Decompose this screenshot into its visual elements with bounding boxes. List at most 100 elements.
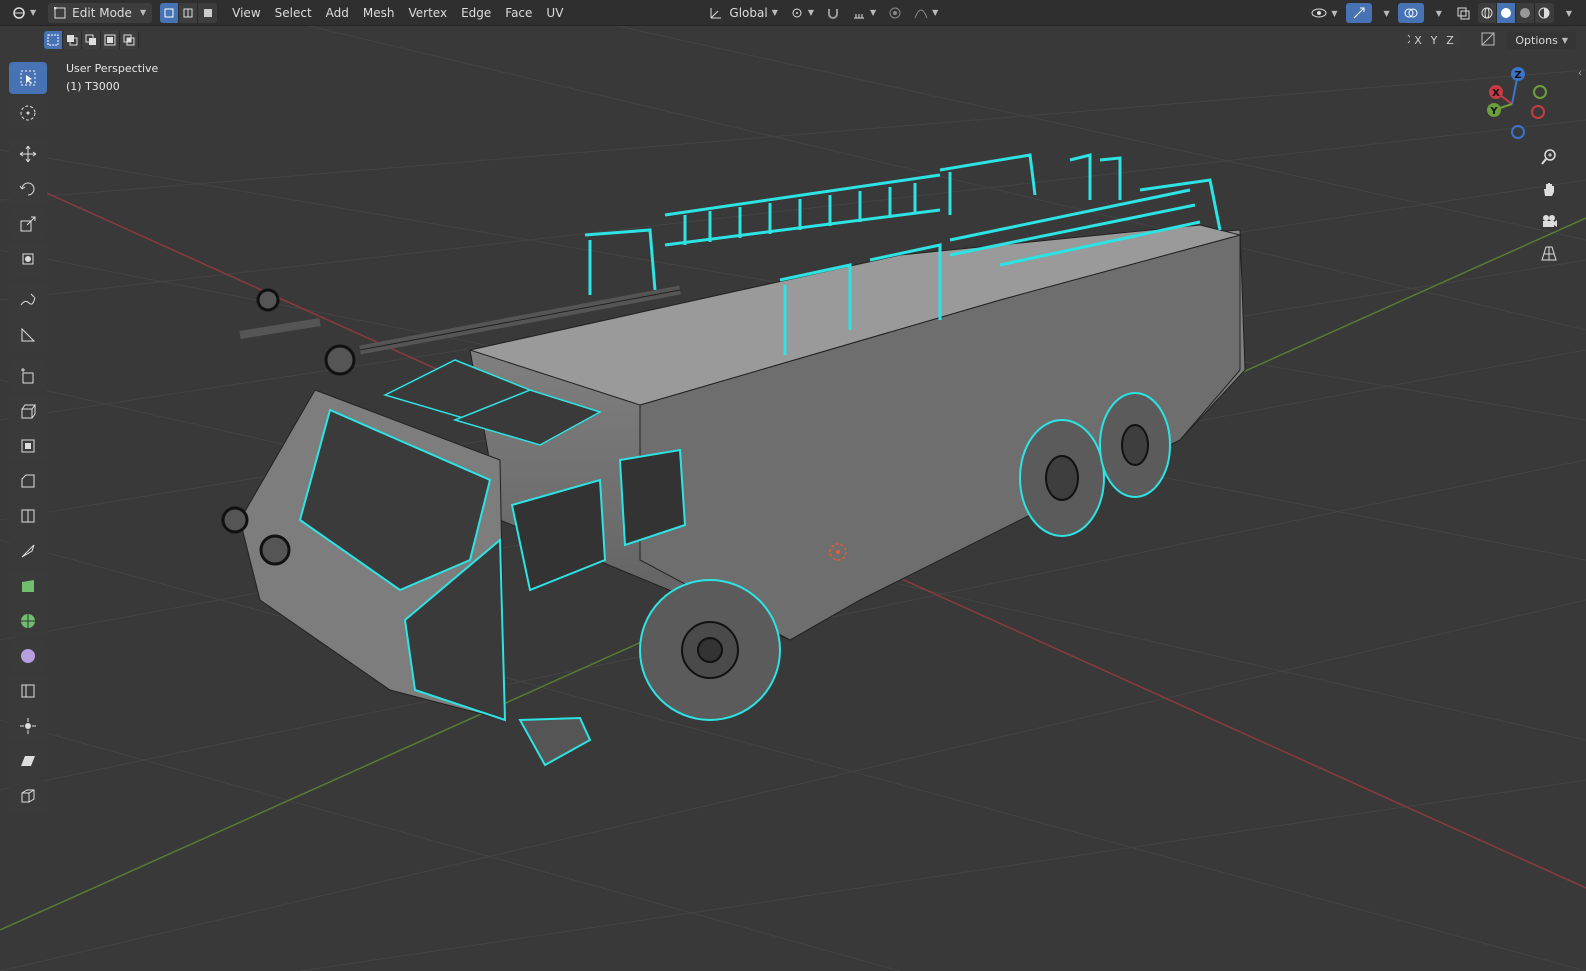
orientation-icon <box>710 7 722 18</box>
xray-toggle[interactable] <box>1450 3 1476 23</box>
mode-dropdown[interactable]: Edit Mode ▼ <box>48 2 153 23</box>
select-subtract-button[interactable] <box>82 31 101 49</box>
object-label: (1) T3000 <box>66 80 120 93</box>
select-intersect-button[interactable] <box>120 31 139 49</box>
tool-measure[interactable] <box>9 319 47 351</box>
chevron-down-icon: ▼ <box>30 8 37 17</box>
menu-select[interactable]: Select <box>268 3 319 23</box>
mirror-x-toggle[interactable]: X <box>1410 31 1426 49</box>
tool-loop-cut[interactable] <box>9 500 47 532</box>
shading-dropdown[interactable]: ▼ <box>1556 3 1578 23</box>
tool-rip[interactable] <box>9 780 47 812</box>
pan-button[interactable] <box>1536 176 1562 202</box>
select-invert-button[interactable] <box>101 31 120 49</box>
tool-shrink-fatten[interactable] <box>9 710 47 742</box>
3d-viewport[interactable] <box>0 0 1586 971</box>
proportional-edit-icon <box>889 7 901 18</box>
tool-spin[interactable] <box>9 605 47 637</box>
vertex-select-button[interactable] <box>160 2 180 23</box>
orientation-label: Global <box>729 5 768 20</box>
loop-cut-icon <box>21 509 35 523</box>
tool-scale[interactable] <box>9 208 47 240</box>
select-new-button[interactable] <box>44 31 63 49</box>
menu-add[interactable]: Add <box>319 3 356 23</box>
face-select-button[interactable] <box>198 2 218 23</box>
tool-poly-build[interactable] <box>9 570 47 602</box>
proportional-falloff-dropdown[interactable]: ▼ <box>908 3 944 23</box>
tool-inset[interactable] <box>9 430 47 462</box>
wireframe-shading-button[interactable] <box>1477 3 1497 23</box>
editor-type-button[interactable]: ▼ <box>6 3 42 23</box>
rendered-shading-button[interactable] <box>1534 3 1554 23</box>
cursor-icon <box>20 105 36 121</box>
gizmo-toggle[interactable] <box>1345 3 1372 23</box>
magnet-icon <box>828 8 839 19</box>
navigation-gizmo[interactable]: Z X Y <box>1476 62 1556 142</box>
shear-icon <box>21 756 35 766</box>
measure-icon <box>21 327 36 342</box>
tool-add-cube[interactable] <box>9 360 47 392</box>
tool-bevel[interactable] <box>9 465 47 497</box>
viewport-canvas[interactable] <box>0 0 1586 971</box>
tool-knife[interactable] <box>9 535 47 567</box>
gizmo-neg-z-axis[interactable] <box>1511 125 1525 139</box>
mirror-z-toggle[interactable]: Z <box>1442 31 1458 49</box>
overlays-dropdown[interactable]: ▼ <box>1426 3 1448 23</box>
topology-mirror-toggle[interactable] <box>1480 31 1496 50</box>
tool-edge-slide[interactable] <box>9 675 47 707</box>
tool-transform[interactable] <box>9 243 47 275</box>
perspective-toggle-button[interactable] <box>1536 240 1562 266</box>
mode-label: Edit Mode <box>72 5 132 20</box>
menu-uv[interactable]: UV <box>539 3 570 23</box>
tool-shear[interactable] <box>9 745 47 777</box>
chevron-down-icon: ▼ <box>870 8 877 17</box>
pivot-point-dropdown[interactable]: ▼ <box>784 3 820 23</box>
chevron-down-icon: ▼ <box>140 8 147 17</box>
scale-icon <box>20 216 36 232</box>
tool-select-box[interactable] <box>9 62 47 94</box>
menu-vertex[interactable]: Vertex <box>402 3 455 23</box>
gizmo-icon <box>1353 7 1365 19</box>
material-sphere-icon <box>1519 8 1530 18</box>
camera-view-button[interactable] <box>1536 208 1562 234</box>
tool-move[interactable] <box>9 138 47 170</box>
perspective-label: User Perspective <box>66 62 159 75</box>
gizmo-neg-y-axis[interactable] <box>1533 85 1547 99</box>
overlays-toggle[interactable] <box>1397 3 1424 23</box>
snap-increment-icon <box>854 13 865 18</box>
select-extend-button[interactable] <box>63 31 82 49</box>
chevron-down-icon: ▼ <box>771 8 778 17</box>
chevron-down-icon: ▼ <box>1331 8 1338 18</box>
tool-annotate[interactable] <box>9 284 47 316</box>
viewport-info: User Perspective (1) T3000 <box>66 60 158 96</box>
zoom-button[interactable] <box>1536 144 1562 170</box>
rotate-icon <box>19 182 35 196</box>
zoom-icon <box>1541 149 1556 165</box>
spin-icon <box>21 614 35 628</box>
proportional-edit-toggle[interactable] <box>882 3 908 23</box>
snap-toggle[interactable] <box>820 3 846 23</box>
menu-edge[interactable]: Edge <box>454 3 498 23</box>
select-box-icon <box>20 70 36 86</box>
gizmo-neg-x-axis[interactable] <box>1531 105 1545 119</box>
tool-smooth[interactable] <box>9 640 47 672</box>
menu-mesh[interactable]: Mesh <box>356 3 402 23</box>
chevron-down-icon: ▼ <box>1383 8 1390 18</box>
tool-extrude[interactable] <box>9 395 47 427</box>
menu-view[interactable]: View <box>225 3 267 23</box>
sidebar-collapse-arrow[interactable]: ‹ <box>1578 68 1582 79</box>
select-mode-group <box>160 2 218 23</box>
options-dropdown[interactable]: Options ▼ <box>1507 31 1576 49</box>
transform-orientation-dropdown[interactable]: Global ▼ <box>703 3 783 23</box>
visibility-dropdown[interactable]: ▼ <box>1305 3 1343 23</box>
solid-shading-button[interactable] <box>1496 3 1516 23</box>
mirror-y-toggle[interactable]: Y <box>1426 31 1442 49</box>
edge-select-button[interactable] <box>179 2 199 23</box>
tool-cursor[interactable] <box>9 97 47 129</box>
snap-target-dropdown[interactable]: ▼ <box>846 3 882 23</box>
tool-rotate[interactable] <box>9 173 47 205</box>
tool-settings-bar: X Y Z Options ▼ <box>0 28 1586 52</box>
material-shading-button[interactable] <box>1515 3 1535 23</box>
menu-face[interactable]: Face <box>498 3 539 23</box>
gizmo-dropdown[interactable]: ▼ <box>1374 3 1396 23</box>
